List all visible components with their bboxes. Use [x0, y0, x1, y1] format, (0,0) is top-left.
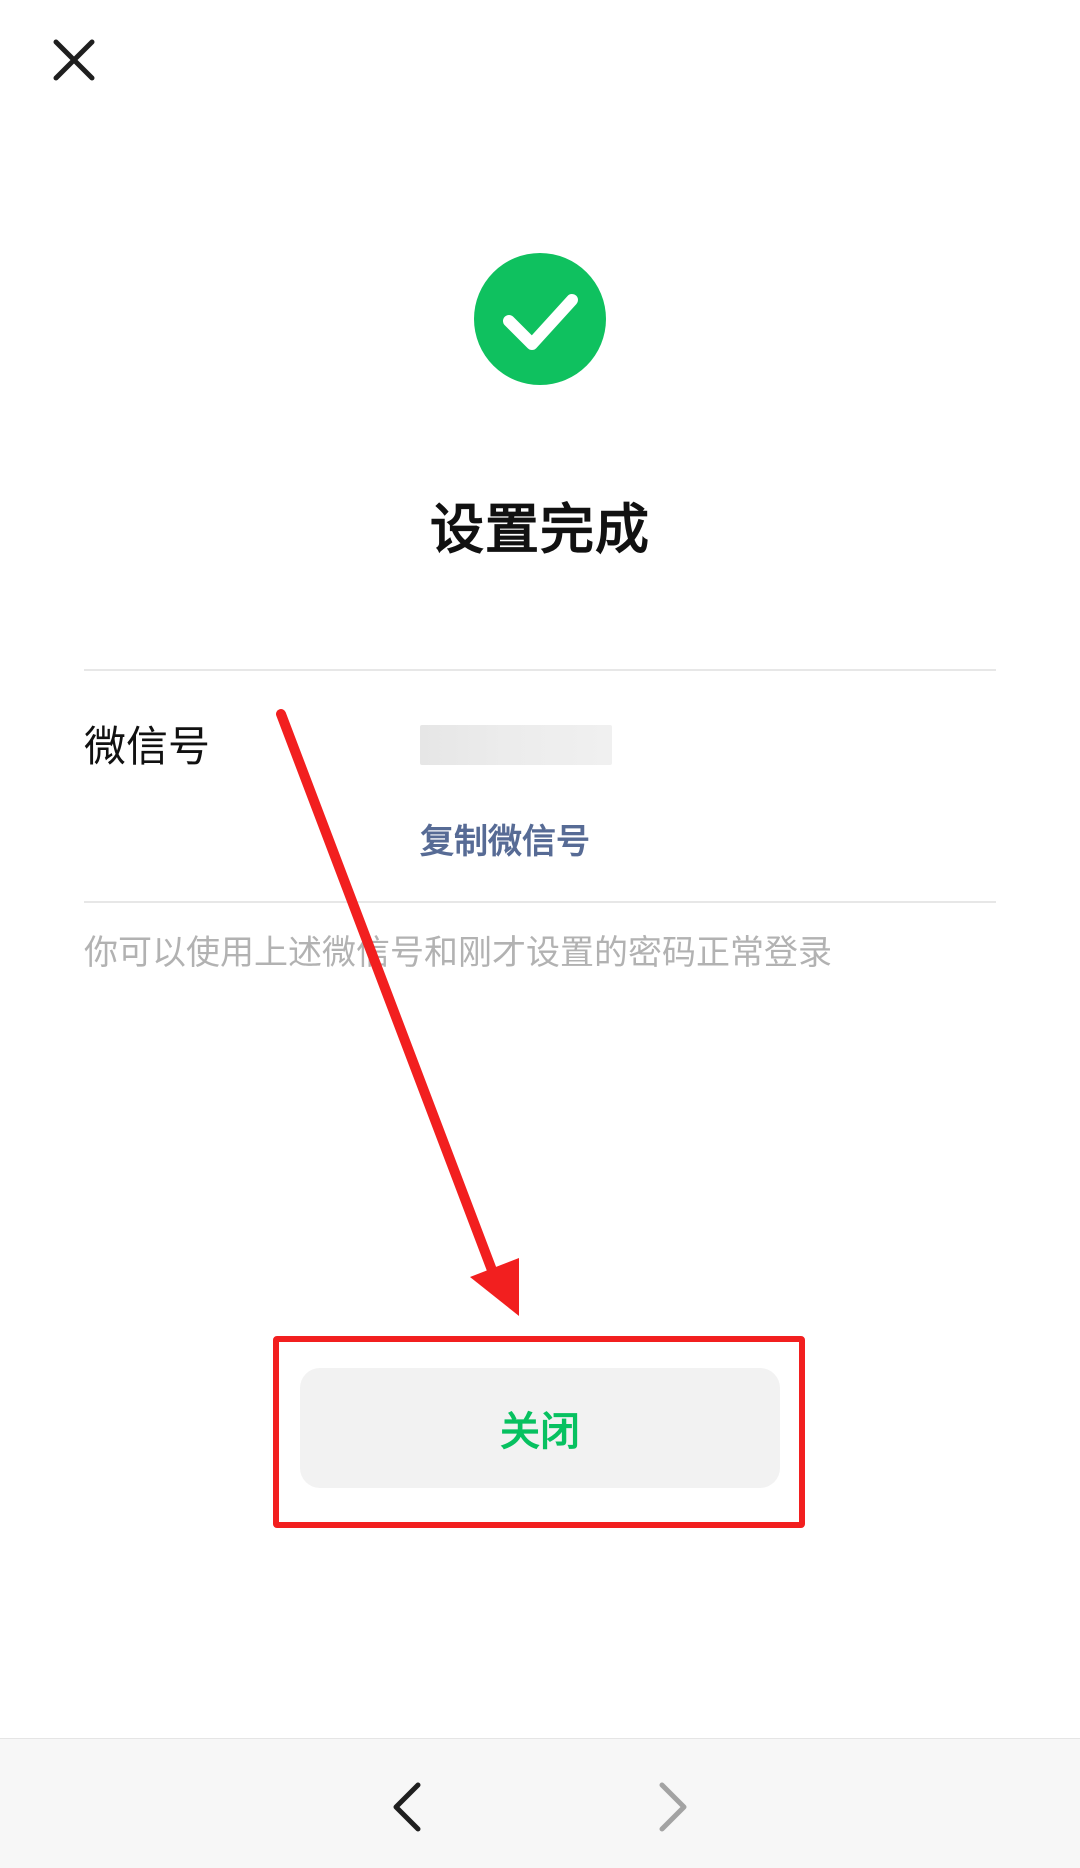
check-circle-icon	[474, 253, 606, 385]
chevron-left-icon	[393, 1782, 421, 1832]
bottom-navigation-bar	[0, 1738, 1080, 1868]
copy-wechat-id-link[interactable]: 复制微信号	[420, 814, 590, 863]
close-icon	[53, 39, 95, 81]
forward-button[interactable]	[652, 1779, 692, 1835]
back-button[interactable]	[388, 1779, 428, 1835]
login-hint-text: 你可以使用上述微信号和刚才设置的密码正常登录	[84, 933, 832, 973]
divider-top	[84, 669, 996, 671]
wechat-id-label: 微信号	[84, 722, 211, 771]
page-title: 设置完成	[430, 498, 650, 561]
wechat-id-value	[420, 725, 612, 765]
annotation-highlight-box	[273, 1336, 805, 1528]
settings-complete-page: 设置完成 微信号 复制微信号 你可以使用上述微信号和刚才设置的密码正常登录 关闭	[0, 0, 1080, 1868]
close-button[interactable]	[44, 30, 104, 90]
divider-bottom	[84, 901, 996, 903]
chevron-right-icon	[659, 1782, 687, 1832]
